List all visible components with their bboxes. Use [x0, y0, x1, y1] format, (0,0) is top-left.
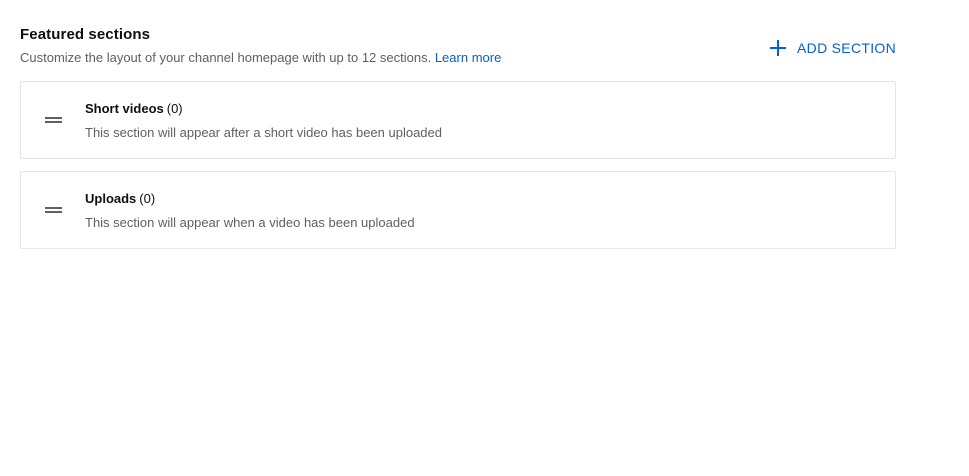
section-description: This section will appear when a video ha…	[85, 215, 415, 230]
featured-sections-page: Featured sections Customize the layout o…	[0, 0, 969, 476]
featured-sections-header: Featured sections Customize the layout o…	[20, 24, 896, 74]
add-section-button[interactable]: ADD SECTION	[769, 37, 896, 59]
page-subtitle: Customize the layout of your channel hom…	[20, 50, 501, 65]
section-name: Short videos	[85, 101, 164, 116]
drag-handle-icon[interactable]	[45, 115, 63, 125]
section-title: Short videos (0)	[85, 101, 183, 116]
section-count: (0)	[166, 101, 183, 116]
subtitle-text: Customize the layout of your channel hom…	[20, 50, 432, 65]
section-name: Uploads	[85, 191, 137, 206]
section-description: This section will appear after a short v…	[85, 125, 442, 140]
drag-handle-icon[interactable]	[45, 205, 63, 215]
section-title: Uploads (0)	[85, 191, 155, 206]
learn-more-link[interactable]: Learn more	[435, 50, 501, 65]
add-section-label: ADD SECTION	[797, 40, 896, 56]
page-title: Featured sections	[20, 26, 151, 43]
plus-icon	[770, 40, 787, 56]
section-count: (0)	[139, 191, 156, 206]
section-card-uploads[interactable]: Uploads (0) This section will appear when…	[20, 171, 896, 249]
section-card-short-videos[interactable]: Short videos (0) This section will appear…	[20, 81, 896, 159]
